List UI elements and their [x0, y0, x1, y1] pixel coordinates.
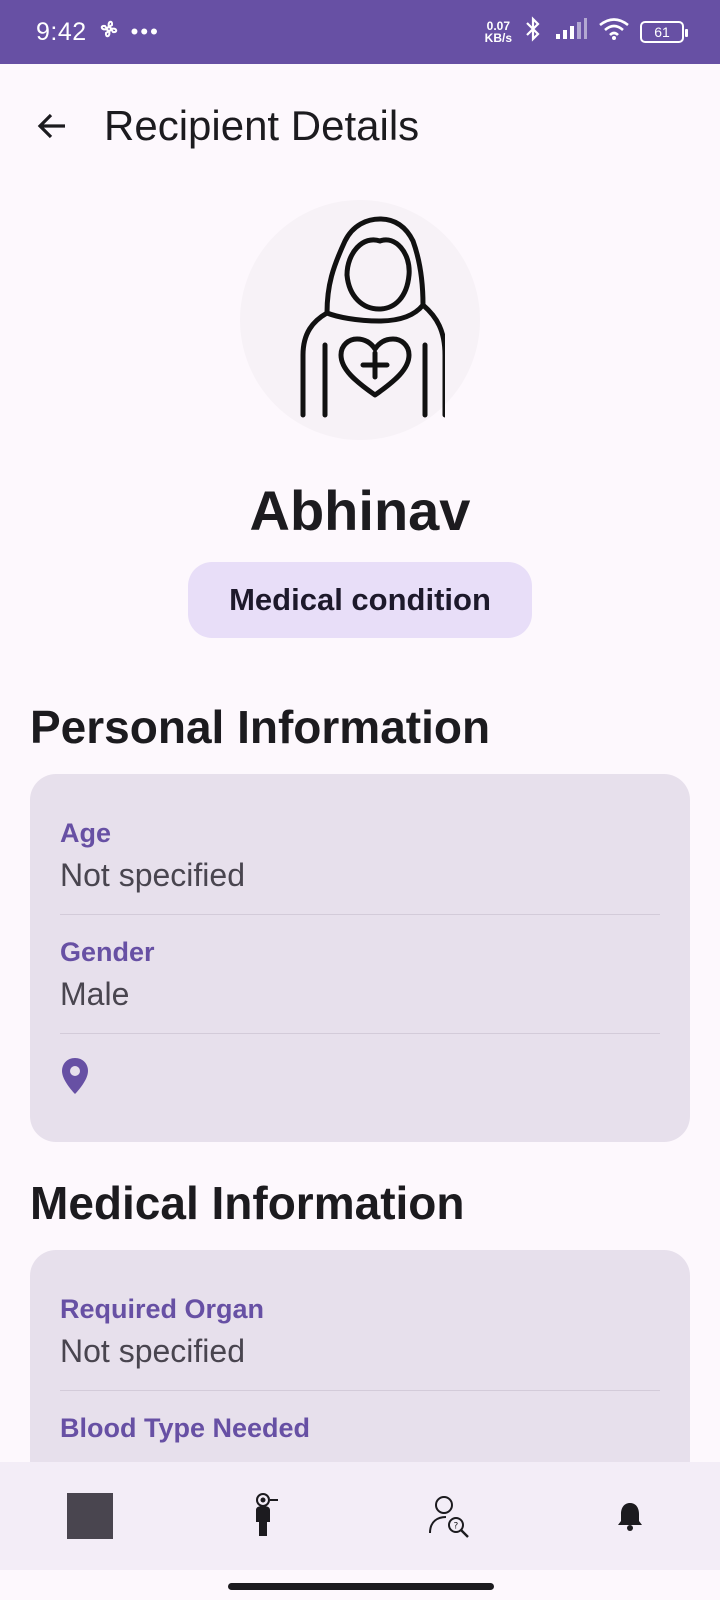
personal-info-card: Age Not specified Gender Male: [30, 774, 690, 1142]
age-label: Age: [60, 818, 112, 848]
page-title: Recipient Details: [104, 102, 420, 149]
personal-info-heading: Personal Information: [30, 701, 491, 753]
gender-value: Male: [60, 976, 130, 1012]
fan-icon: [97, 17, 121, 48]
netspeed-unit: KB/s: [484, 31, 512, 45]
age-value: Not specified: [60, 857, 245, 893]
location-pin-icon[interactable]: [60, 1056, 90, 1096]
medical-info-card: Required Organ Not specified Blood Type …: [30, 1250, 690, 1490]
condition-chip[interactable]: Medical condition: [188, 562, 532, 638]
signal-icon: [554, 17, 588, 48]
required-organ-label: Required Organ: [60, 1294, 265, 1324]
required-organ-field: Required Organ Not specified: [60, 1250, 660, 1391]
recipient-avatar: [230, 200, 490, 440]
gesture-navigation-bar[interactable]: [228, 1583, 494, 1590]
nav-donors[interactable]: [225, 1476, 315, 1556]
svg-text:?: ?: [454, 1522, 459, 1532]
battery-level: 61: [654, 24, 670, 40]
required-organ-value: Not specified: [60, 1333, 245, 1369]
nav-search-recipients[interactable]: ?: [405, 1476, 495, 1556]
back-button[interactable]: [26, 100, 78, 152]
bottom-navigation: ?: [0, 1462, 720, 1570]
recipient-avatar-icon: [300, 216, 445, 418]
gender-label: Gender: [60, 937, 155, 967]
recipient-name: Abhinav: [249, 479, 471, 542]
more-notifications-icon: •••: [130, 19, 160, 44]
blood-type-label: Blood Type Needed: [60, 1413, 311, 1443]
notification-nav-icon: [618, 1503, 642, 1531]
location-field: [60, 1034, 660, 1129]
nav-notifications[interactable]: [585, 1476, 675, 1556]
bluetooth-icon: [522, 15, 544, 49]
medical-info-heading: Medical Information: [30, 1177, 465, 1229]
app-bar: Recipient Details: [0, 64, 720, 188]
status-time: 9:42: [36, 17, 87, 46]
donor-nav-icon: [256, 1493, 278, 1536]
search-person-nav-icon: ?: [429, 1496, 469, 1538]
network-speed: 0.07 KB/s: [485, 20, 512, 44]
home-nav-icon: [67, 1493, 113, 1539]
wifi-icon: [598, 17, 630, 48]
gender-field: Gender Male: [60, 915, 660, 1034]
back-arrow-icon: [37, 113, 65, 139]
nav-home[interactable]: [45, 1476, 135, 1556]
age-field: Age Not specified: [60, 774, 660, 915]
battery-indicator: 61: [640, 21, 688, 43]
blood-type-field: Blood Type Needed: [60, 1391, 660, 1472]
status-bar: 9:42 ••• 0.07 KB/s 61: [0, 0, 720, 64]
